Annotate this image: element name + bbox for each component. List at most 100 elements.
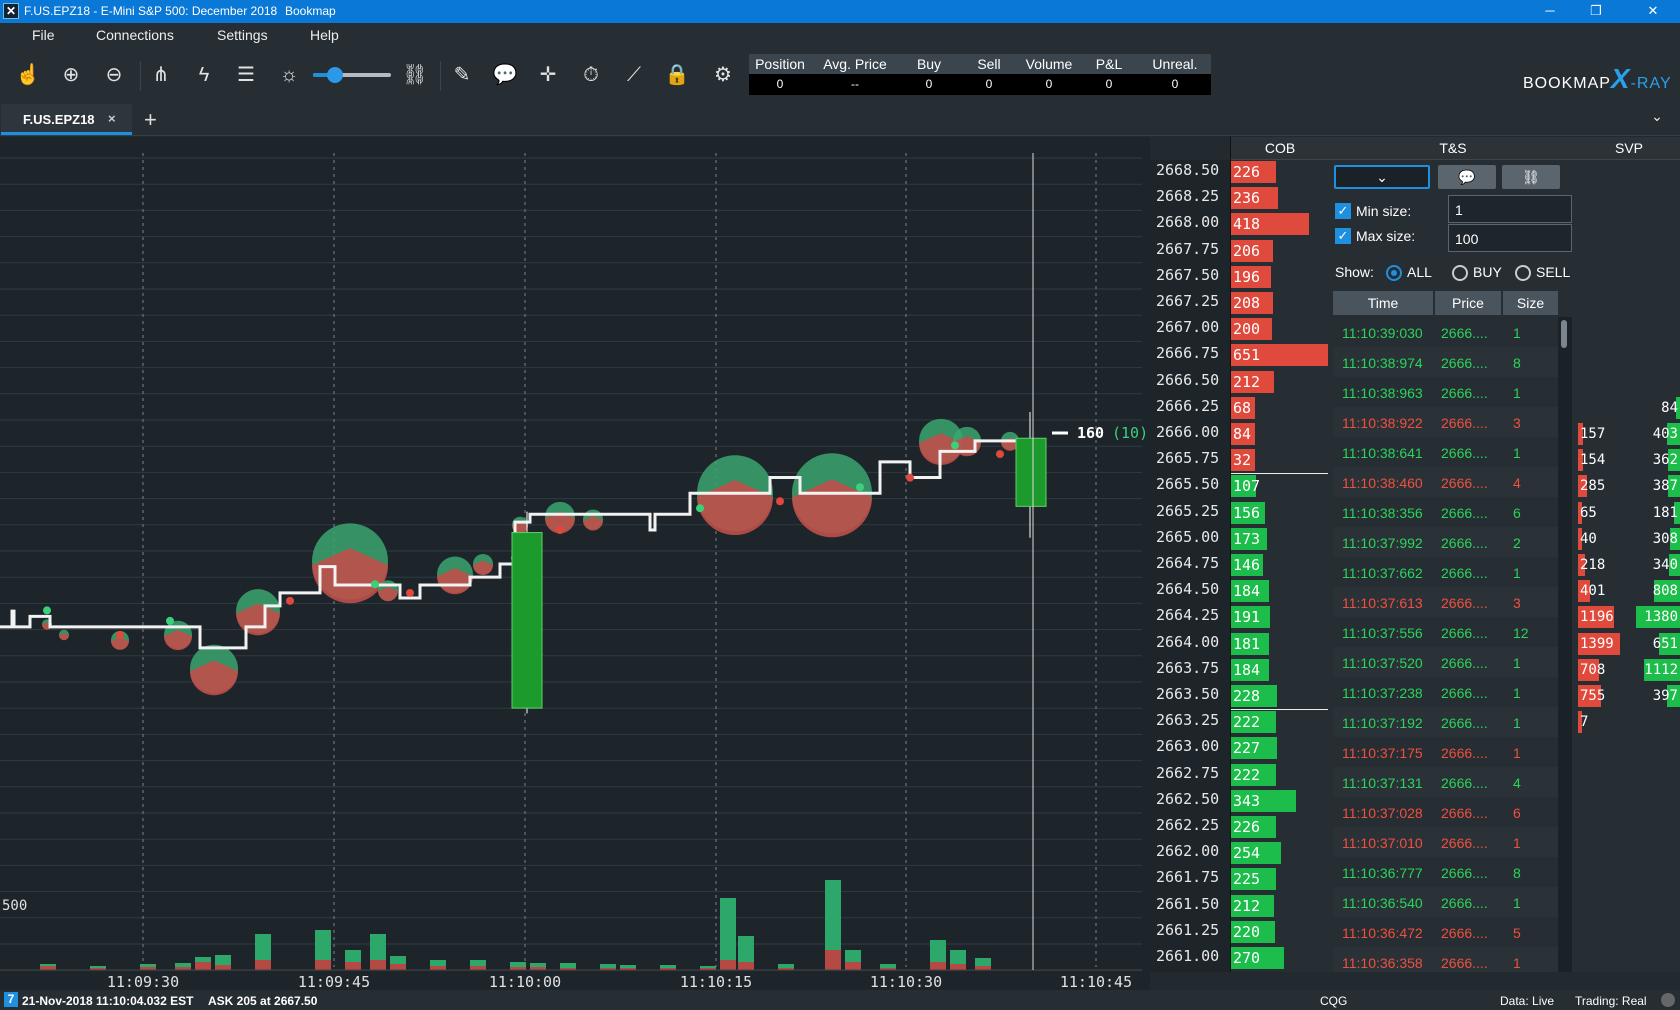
ts-size: 1: [1513, 895, 1521, 911]
min-size-input[interactable]: 1: [1448, 195, 1572, 223]
ts-row[interactable]: 11:10:37:192 2666.... 1: [1333, 707, 1558, 737]
ts-row[interactable]: 11:10:37:175 2666.... 1: [1333, 737, 1558, 767]
ts-col-price[interactable]: Price: [1435, 291, 1501, 315]
brightness-slider[interactable]: [313, 67, 391, 83]
max-size-checkbox[interactable]: ✓: [1335, 228, 1351, 244]
ts-row[interactable]: 11:10:38:922 2666.... 3: [1333, 407, 1558, 437]
ts-link-button[interactable]: ⛓: [1502, 165, 1560, 189]
ts-row[interactable]: 11:10:37:238 2666.... 1: [1333, 677, 1558, 707]
price-label: 2666.50: [1156, 370, 1220, 389]
trade-marker: [906, 473, 914, 482]
zoom-out-icon[interactable]: ⊖: [101, 62, 127, 88]
close-tab-icon[interactable]: ×: [108, 111, 116, 126]
volume-sell-bar: [470, 966, 486, 970]
tab-instrument[interactable]: F.US.EPZ18 ×: [1, 104, 132, 135]
menu-connections[interactable]: Connections: [96, 27, 174, 43]
ts-row[interactable]: 11:10:37:028 2666.... 6: [1333, 797, 1558, 827]
radio-buy-label[interactable]: BUY: [1473, 264, 1502, 280]
minimize-button[interactable]: ─: [1527, 0, 1573, 23]
svp-buy-volume: 308: [1652, 530, 1678, 547]
connection-status-icon: [1661, 993, 1675, 1007]
candle-body: [511, 532, 543, 709]
ts-row[interactable]: 11:10:36:540 2666.... 1: [1333, 887, 1558, 917]
min-size-checkbox[interactable]: ✓: [1335, 203, 1351, 219]
ts-row[interactable]: 11:10:37:131 2666.... 4: [1333, 767, 1558, 797]
menu-settings[interactable]: Settings: [217, 27, 268, 43]
maximize-button[interactable]: ❐: [1573, 0, 1619, 23]
zoom-in-icon[interactable]: ⊕: [58, 62, 84, 88]
svp-sell-volume: 401: [1580, 583, 1606, 600]
ts-row[interactable]: 11:10:38:460 2666.... 4: [1333, 467, 1558, 497]
radio-all[interactable]: [1386, 265, 1402, 281]
broadcast-icon[interactable]: ϟ: [191, 62, 217, 88]
ts-rows: 11:10:39:030 2666.... 1 11:10:38:974 2666...…: [1328, 317, 1558, 972]
ts-price: 2666....: [1441, 385, 1488, 401]
ts-row[interactable]: 11:10:38:356 2666.... 6: [1333, 497, 1558, 527]
ts-row[interactable]: 11:10:37:662 2666.... 1: [1333, 557, 1558, 587]
candle-body: [1015, 437, 1047, 507]
volume-buy-bar: [530, 963, 546, 967]
ts-col-size[interactable]: Size: [1503, 291, 1558, 315]
hand-pointer-icon[interactable]: ☝: [15, 62, 41, 88]
ts-row[interactable]: 11:10:37:613 2666.... 3: [1333, 587, 1558, 617]
max-size-label: Max size:: [1356, 228, 1416, 244]
ts-scrollbar[interactable]: [1558, 317, 1572, 972]
slider-knob[interactable]: [326, 67, 343, 83]
heatmap-chart[interactable]: 11:09:30 11:09:45 11:10:00 11:10:15 11:10:30…: [0, 137, 1150, 991]
indicators-icon[interactable]: ⟋: [621, 62, 647, 88]
brightness-icon[interactable]: ☼: [276, 62, 302, 88]
ts-row[interactable]: 11:10:38:641 2666.... 1: [1333, 437, 1558, 467]
calendar-icon: 7: [4, 992, 18, 1007]
max-size-input[interactable]: 100: [1448, 224, 1572, 252]
ts-col-time[interactable]: Time: [1333, 291, 1433, 315]
crosshair-icon[interactable]: ✛: [535, 62, 561, 88]
ts-row[interactable]: 11:10:37:556 2666.... 12: [1333, 617, 1558, 647]
ts-time: 11:10:38:974: [1342, 355, 1423, 371]
stopwatch-icon[interactable]: ⏱: [578, 62, 604, 88]
radio-all-label[interactable]: ALL: [1407, 264, 1432, 280]
chat-icon[interactable]: 💬: [492, 62, 518, 88]
svp-sell-volume: 285: [1580, 478, 1606, 495]
ts-row[interactable]: 11:10:37:992 2666.... 2: [1333, 527, 1558, 557]
share-icon[interactable]: ⋔: [148, 62, 174, 88]
add-tab-button[interactable]: +: [144, 107, 157, 133]
ts-size: 1: [1513, 715, 1521, 731]
ts-time: 11:10:38:460: [1342, 475, 1423, 491]
status-ask: ASK 205 at 2667.50: [208, 994, 318, 1008]
trade-marker: [996, 450, 1004, 459]
pencil-icon[interactable]: ✎: [449, 62, 475, 88]
lock-icon[interactable]: 🔒: [664, 62, 690, 88]
ts-time: 11:10:38:356: [1342, 505, 1423, 521]
cob-size: 208: [1233, 294, 1261, 312]
ts-row[interactable]: 11:10:38:963 2666.... 1: [1333, 377, 1558, 407]
ts-row[interactable]: 11:10:37:520 2666.... 1: [1333, 647, 1558, 677]
radio-buy[interactable]: [1452, 265, 1468, 281]
ts-row[interactable]: 11:10:36:777 2666.... 8: [1333, 857, 1558, 887]
chevron-down-icon[interactable]: ⌄: [1643, 108, 1671, 132]
svp-sell-volume: 1399: [1580, 635, 1614, 652]
ts-dropdown-button[interactable]: ⌄: [1334, 165, 1430, 189]
link-icon[interactable]: ⛓: [402, 62, 428, 88]
menu-help[interactable]: Help: [310, 27, 339, 43]
ts-time: 11:10:37:520: [1342, 655, 1423, 671]
cob-size: 254: [1233, 844, 1261, 863]
ts-scrollbar-thumb[interactable]: [1561, 320, 1567, 348]
ts-row[interactable]: 11:10:37:010 2666.... 1: [1333, 827, 1558, 857]
gear-icon[interactable]: ⚙: [710, 62, 736, 88]
menu-file[interactable]: File: [32, 27, 55, 43]
ts-row[interactable]: 11:10:36:358 2666.... 1: [1333, 947, 1558, 972]
ts-row[interactable]: 11:10:39:030 2666.... 1: [1333, 317, 1558, 347]
ts-row[interactable]: 11:10:36:472 2666.... 5: [1333, 917, 1558, 947]
radio-sell-label[interactable]: SELL: [1536, 264, 1570, 280]
ts-row[interactable]: 11:10:38:974 2666.... 8: [1333, 347, 1558, 377]
menu-bar: File Connections Settings Help: [0, 23, 1680, 49]
ts-size: 4: [1513, 775, 1521, 791]
volume-buy-bar: [600, 964, 616, 968]
layers-icon[interactable]: ☰: [233, 62, 259, 88]
status-bar: 7 21-Nov-2018 11:10:04.032 EST ASK 205 a…: [0, 990, 1680, 1010]
close-window-button[interactable]: ✕: [1630, 0, 1676, 23]
radio-sell[interactable]: [1515, 265, 1531, 281]
ts-price: 2666....: [1441, 655, 1488, 671]
trade-marker: [371, 580, 379, 589]
ts-comment-button[interactable]: 💬: [1438, 165, 1496, 189]
